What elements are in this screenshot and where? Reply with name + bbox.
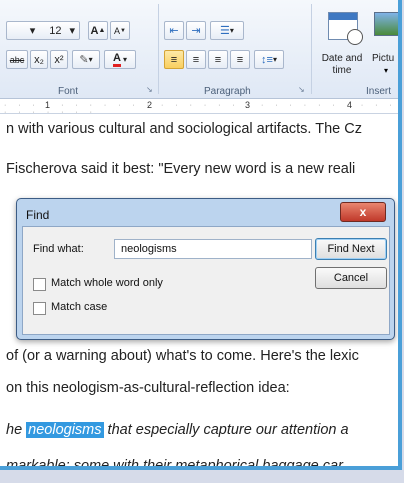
doc-line-6: markable: some with their metaphorical b… — [6, 458, 343, 470]
doc-line-5-prefix: he — [6, 422, 23, 438]
calendar-clock-icon — [328, 12, 363, 45]
font-dialog-launcher-icon[interactable]: ↘ — [146, 85, 153, 94]
font-size-dropdown[interactable]: ▾ 12 ▾ — [6, 21, 80, 40]
subscript-button[interactable]: x₂ — [30, 50, 48, 69]
font-size-value: 12 — [49, 24, 62, 37]
doc-line-1: n with various cultural and sociological… — [6, 121, 362, 137]
line-spacing-dropdown-arrow-icon: ▾ — [272, 55, 277, 64]
match-whole-word-label: Match whole word only — [51, 277, 163, 289]
group-separator — [158, 4, 159, 94]
date-time-label-1: Date and — [321, 53, 363, 64]
strikethrough-button[interactable]: abc — [6, 50, 28, 69]
find-dialog-body: Find what: neologisms Find Next Cancel M… — [22, 226, 390, 335]
justify-button[interactable]: ≡ — [230, 50, 250, 69]
paragraph-group-label: Paragraph — [204, 86, 251, 97]
doc-line-5-rest: that especially capture our attention a — [107, 422, 349, 438]
picture-dropdown-arrow-icon: ▾ — [384, 66, 389, 75]
picture-label: Pictu — [372, 53, 395, 64]
doc-line-3: of (or a warning about) what's to come. … — [6, 348, 359, 364]
bullets-dropdown-arrow-icon: ▾ — [229, 26, 234, 35]
picture-button[interactable]: Pictu ▾ — [370, 8, 398, 84]
group-separator — [311, 4, 312, 94]
picture-icon — [374, 12, 398, 36]
align-center-button[interactable]: ≡ — [186, 50, 206, 69]
search-highlight: neologisms — [26, 422, 104, 438]
align-right-icon: ≡ — [214, 53, 222, 66]
align-left-icon: ≡ — [170, 53, 178, 66]
match-case-label: Match case — [51, 301, 108, 313]
doc-line-4: on this neologism-as-cultural-reflection… — [6, 380, 290, 396]
align-right-button[interactable]: ≡ — [208, 50, 228, 69]
close-icon: x — [359, 205, 367, 219]
match-case-checkbox[interactable] — [33, 302, 46, 315]
grow-font-button[interactable]: A ▲ — [88, 21, 108, 40]
doc-line-2: Fischerova said it best: "Every new word… — [6, 161, 356, 177]
highlight-dropdown-arrow-icon: ▾ — [88, 55, 93, 64]
ribbon: ▾ 12 ▾ A▲ A▼ abc x₂ x² ✎ ▾ A ▾ Font ↘ — [0, 0, 398, 99]
decrease-indent-button[interactable]: ⇤ — [164, 21, 184, 40]
font-size-dropdown-arrow-icon: ▾ — [29, 25, 36, 37]
increase-indent-button[interactable]: ⇥ — [186, 21, 206, 40]
font-color-button[interactable]: A ▾ — [104, 50, 136, 69]
find-what-input[interactable]: neologisms — [114, 239, 312, 259]
subscript-label: x₂ — [34, 53, 44, 66]
font-size-arrow-icon: ▾ — [69, 25, 75, 37]
insert-group-label: Insert — [366, 86, 392, 97]
horizontal-ruler[interactable]: 1 2 3 4 · · · · · · · · · · · · · · · · … — [0, 99, 398, 116]
find-dialog: Find x Find what: neologisms Find Next C… — [16, 198, 395, 340]
font-color-dropdown-arrow-icon: ▾ — [122, 55, 127, 64]
highlighter-icon: ✎ — [79, 54, 89, 66]
line-spacing-icon: ↕≡ — [261, 53, 273, 66]
word-window: ▾ 12 ▾ A▲ A▼ abc x₂ x² ✎ ▾ A ▾ Font ↘ — [0, 0, 402, 470]
justify-icon: ≡ — [236, 53, 244, 66]
close-button[interactable]: x — [340, 202, 386, 222]
font-color-label: A — [113, 52, 121, 67]
superscript-button[interactable]: x² — [50, 50, 68, 69]
date-time-button[interactable]: Date and time — [318, 8, 366, 84]
line-spacing-button[interactable]: ↕≡ ▾ — [254, 50, 284, 69]
bullets-button[interactable]: ☰ ▾ — [210, 21, 244, 40]
cancel-button[interactable]: Cancel — [315, 267, 387, 289]
strikethrough-label: abc — [9, 54, 25, 65]
date-time-label-2: time — [332, 65, 352, 76]
decrease-indent-icon: ⇤ — [169, 25, 179, 37]
find-next-button[interactable]: Find Next — [315, 238, 387, 260]
bullets-icon: ☰ — [220, 25, 230, 37]
match-whole-word-checkbox[interactable] — [33, 278, 46, 291]
highlight-color-button[interactable]: ✎ ▾ — [72, 50, 100, 69]
find-what-label: Find what: — [33, 243, 84, 255]
find-dialog-title: Find — [26, 208, 50, 222]
font-group-label: Font — [58, 86, 79, 97]
grow-font-label: A — [90, 24, 99, 37]
shrink-font-button[interactable]: A ▼ — [110, 21, 130, 40]
doc-line-5: he neologisms that especially capture ou… — [6, 422, 349, 438]
superscript-label: x² — [54, 53, 64, 66]
increase-indent-icon: ⇥ — [191, 25, 201, 37]
paragraph-dialog-launcher-icon[interactable]: ↘ — [298, 85, 305, 94]
align-left-button[interactable]: ≡ — [164, 50, 184, 69]
align-center-icon: ≡ — [192, 53, 200, 66]
